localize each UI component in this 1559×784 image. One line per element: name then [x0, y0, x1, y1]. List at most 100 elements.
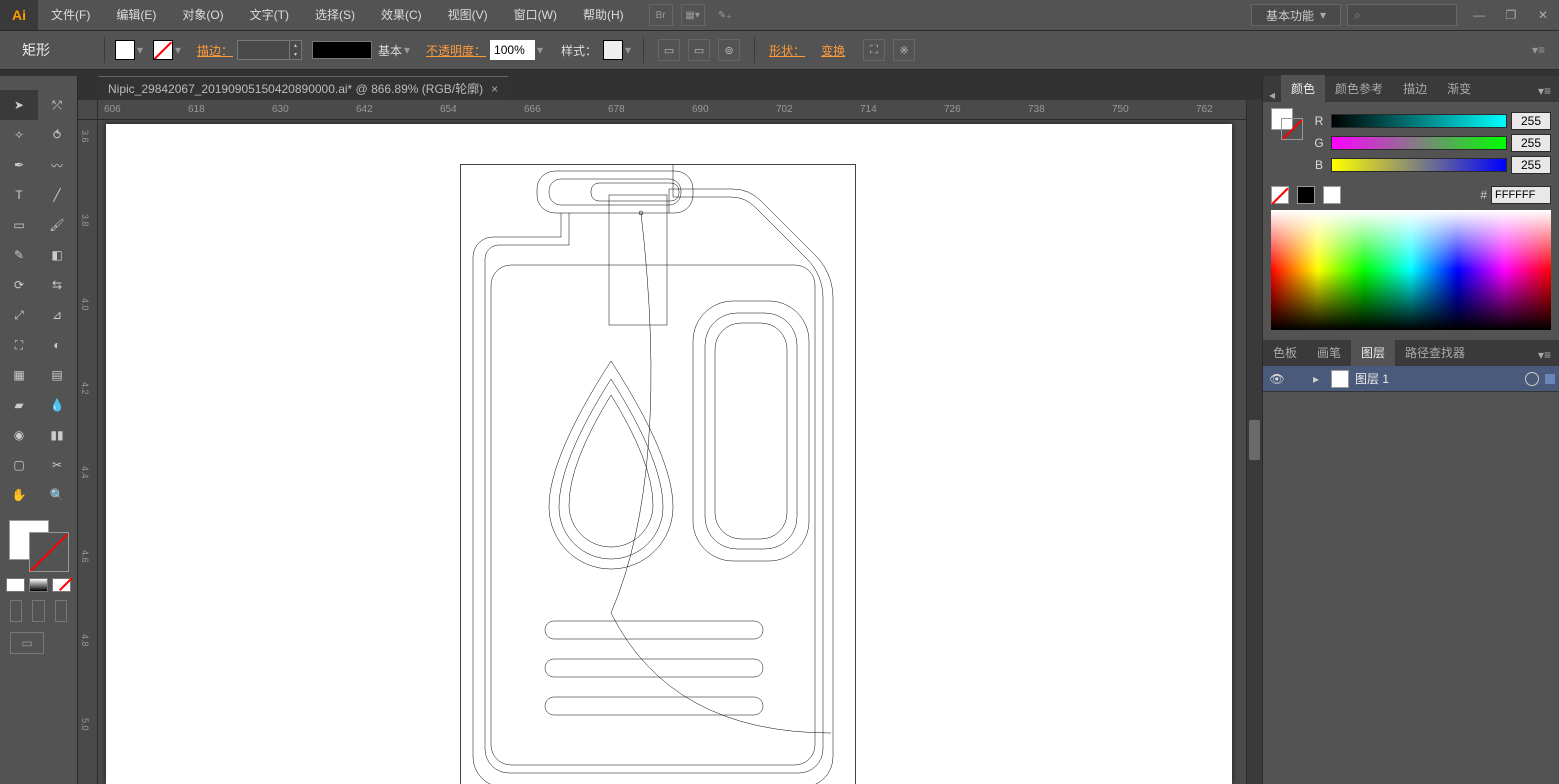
eraser-tool[interactable]: ◧ [38, 240, 76, 270]
scrollbar-thumb[interactable] [1249, 420, 1260, 460]
panel-menu-icon[interactable]: ▾≡ [1530, 80, 1559, 102]
opacity-dropdown[interactable]: ▾ [535, 40, 545, 60]
hand-tool[interactable]: ✋ [0, 480, 38, 510]
draw-normal-icon[interactable] [10, 600, 22, 622]
menu-help[interactable]: 帮助(H) [570, 0, 637, 30]
g-slider[interactable] [1331, 136, 1507, 150]
isolate-icon[interactable]: ⛶ [863, 39, 885, 61]
target-icon[interactable] [1525, 372, 1539, 386]
screen-mode-icon[interactable]: ▭ [10, 632, 44, 654]
zoom-tool[interactable]: 🔍 [38, 480, 76, 510]
spectrum-picker[interactable] [1271, 210, 1551, 330]
menu-view[interactable]: 视图(V) [435, 0, 501, 30]
panel-menu-icon[interactable]: ▾≡ [1530, 344, 1559, 366]
visibility-toggle-icon[interactable]: 👁 [1267, 369, 1287, 389]
lasso-tool[interactable]: ⥀ [38, 120, 76, 150]
none-mode[interactable] [52, 578, 71, 592]
shape-builder-tool[interactable]: ◐ [38, 330, 76, 360]
line-tool[interactable]: ╱ [38, 180, 76, 210]
b-value[interactable]: 255 [1511, 156, 1551, 174]
mesh-tool[interactable]: ▤ [38, 360, 76, 390]
black-swatch[interactable] [1297, 186, 1315, 204]
arrange-docs-icon[interactable]: ▦▾ [681, 4, 705, 26]
close-tab-icon[interactable]: × [491, 77, 498, 101]
transform-link[interactable]: 变换 [821, 42, 845, 59]
r-value[interactable]: 255 [1511, 112, 1551, 130]
blend-tool[interactable]: ◉ [0, 420, 38, 450]
reflect-tool[interactable]: ⇆ [38, 270, 76, 300]
tab-color[interactable]: 颜色 [1281, 75, 1325, 102]
restore-button[interactable]: ❐ [1495, 5, 1527, 25]
free-transform-tool[interactable]: ⛶ [0, 330, 38, 360]
recolor-icon[interactable]: ⊚ [718, 39, 740, 61]
graphic-style-dropdown[interactable]: ▾ [623, 40, 633, 60]
fill-swatch[interactable] [115, 40, 135, 60]
layer-name[interactable]: 图层 1 [1355, 370, 1519, 387]
tab-brushes[interactable]: 画笔 [1307, 339, 1351, 366]
selection-tool[interactable]: ➤ [0, 90, 38, 120]
graphic-style-swatch[interactable] [603, 40, 623, 60]
opacity-link[interactable]: 不透明度： [426, 42, 486, 59]
gpu-icon[interactable]: ✎₊ [713, 4, 737, 26]
panel-fill-stroke[interactable] [1271, 108, 1303, 140]
draw-behind-icon[interactable] [32, 600, 44, 622]
document-tab[interactable]: Nipic_29842067_20190905150420890000.ai* … [98, 76, 508, 100]
doc-setup-icon[interactable]: ▭ [658, 39, 680, 61]
menu-select[interactable]: 选择(S) [302, 0, 368, 30]
tab-swatches[interactable]: 色板 [1263, 339, 1307, 366]
ruler-vertical[interactable]: 3.63.84.04.24.44.64.85.0 [78, 120, 98, 784]
tab-gradient[interactable]: 渐变 [1437, 75, 1481, 102]
width-tool[interactable]: ⊿ [38, 300, 76, 330]
slice-tool[interactable]: ✂ [38, 450, 76, 480]
brush-def-dropdown[interactable]: ▾ [402, 40, 412, 60]
pen-tool[interactable]: ✒ [0, 150, 38, 180]
stroke-swatch[interactable] [153, 40, 173, 60]
stroke-color[interactable] [29, 532, 69, 572]
preferences-icon[interactable]: ▭ [688, 39, 710, 61]
menu-effect[interactable]: 效果(C) [368, 0, 435, 30]
shape-link[interactable]: 形状： [769, 42, 805, 59]
align-icon[interactable]: ※ [893, 39, 915, 61]
stroke-weight-input[interactable]: ▴▾ [237, 40, 302, 60]
tab-layers[interactable]: 图层 [1351, 339, 1395, 366]
draw-inside-icon[interactable] [55, 600, 67, 622]
gradient-mode[interactable] [29, 578, 48, 592]
fill-dropdown[interactable]: ▾ [135, 40, 145, 60]
tab-color-guide[interactable]: 颜色参考 [1325, 75, 1393, 102]
ruler-origin[interactable] [78, 100, 98, 120]
stroke-link[interactable]: 描边： [197, 42, 233, 59]
menu-object[interactable]: 对象(O) [169, 0, 236, 30]
stroke-dropdown[interactable]: ▾ [173, 40, 183, 60]
search-input[interactable]: ⌕ [1347, 4, 1457, 26]
none-swatch[interactable] [1271, 186, 1289, 204]
gradient-tool[interactable]: ▰ [0, 390, 38, 420]
scale-tool[interactable]: ⤢ [0, 300, 38, 330]
artboard-tool[interactable]: ▢ [0, 450, 38, 480]
paintbrush-tool[interactable]: 🖌 [38, 210, 76, 240]
opacity-input[interactable]: 100% [490, 40, 535, 60]
b-slider[interactable] [1331, 158, 1507, 172]
perspective-tool[interactable]: ▦ [0, 360, 38, 390]
menu-file[interactable]: 文件(F) [38, 0, 103, 30]
twirl-icon[interactable]: ▸ [1313, 372, 1325, 386]
eyedropper-tool[interactable]: 💧 [38, 390, 76, 420]
brush-def-preview[interactable] [312, 41, 372, 59]
white-swatch[interactable] [1323, 186, 1341, 204]
minimize-button[interactable]: — [1463, 5, 1495, 25]
fill-stroke-control[interactable] [7, 518, 71, 574]
rotate-tool[interactable]: ⟳ [0, 270, 38, 300]
bridge-icon[interactable]: Br [649, 4, 673, 26]
menu-window[interactable]: 窗口(W) [501, 0, 570, 30]
menu-edit[interactable]: 编辑(E) [103, 0, 169, 30]
color-mode[interactable] [6, 578, 25, 592]
vertical-scrollbar[interactable] [1246, 100, 1262, 784]
canvas[interactable] [98, 120, 1262, 784]
menu-type[interactable]: 文字(T) [237, 0, 302, 30]
r-slider[interactable] [1331, 114, 1507, 128]
column-graph-tool[interactable]: ▮▮ [38, 420, 76, 450]
direct-selection-tool[interactable]: ⤱ [38, 90, 76, 120]
hex-input[interactable] [1491, 186, 1551, 204]
pencil-tool[interactable]: ✎ [0, 240, 38, 270]
curvature-tool[interactable]: 〰 [38, 150, 76, 180]
type-tool[interactable]: T [0, 180, 38, 210]
